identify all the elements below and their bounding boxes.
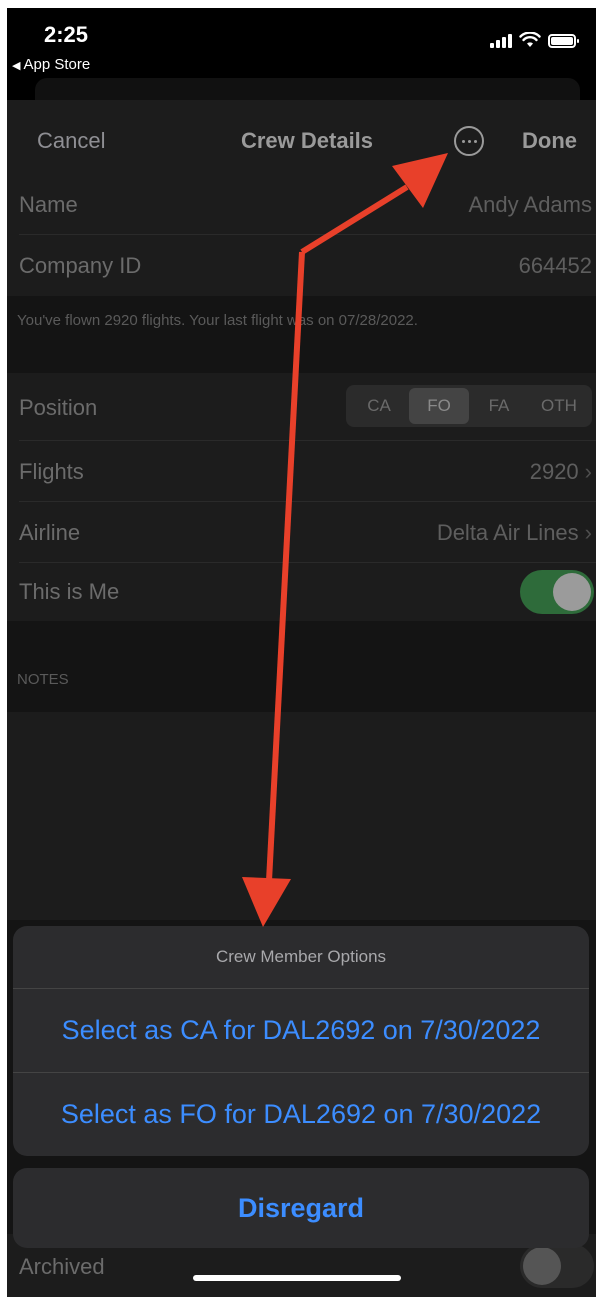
back-label: App Store xyxy=(23,56,91,73)
select-as-fo-option[interactable]: Select as FO for DAL2692 on 7/30/2022 xyxy=(13,1072,589,1155)
notes-section-header: NOTES xyxy=(17,671,69,688)
cellular-signal-icon xyxy=(490,34,512,48)
name-value[interactable]: Andy Adams xyxy=(468,192,592,218)
chevron-right-icon: › xyxy=(584,459,592,484)
status-time: 2:25 xyxy=(44,22,89,47)
flights-label: Flights xyxy=(19,459,84,484)
select-as-ca-option[interactable]: Select as CA for DAL2692 on 7/30/2022 xyxy=(13,989,589,1072)
wifi-icon xyxy=(519,32,541,47)
this-is-me-label: This is Me xyxy=(19,579,120,604)
airline-value: Delta Air Lines › xyxy=(437,520,592,546)
archived-label: Archived xyxy=(19,1254,105,1279)
page-title: Crew Details xyxy=(240,128,374,153)
airline-name: Delta Air Lines xyxy=(436,520,579,545)
position-segmented-control[interactable]: CA FO FA OTH xyxy=(346,385,592,427)
name-label: Name xyxy=(19,192,78,217)
this-is-me-row: This is Me xyxy=(7,563,596,621)
action-sheet-title: Crew Member Options xyxy=(13,926,589,989)
back-triangle-icon: ◀ xyxy=(12,60,21,72)
navigation-bar: Cancel Crew Details Done xyxy=(7,100,596,174)
home-indicator xyxy=(193,1275,401,1281)
back-to-app-store[interactable]: ◀ App Store xyxy=(12,56,90,73)
notes-textarea[interactable] xyxy=(7,712,596,920)
position-label: Position xyxy=(19,395,98,420)
company-id-row[interactable]: Company ID 664452 xyxy=(7,235,596,296)
flights-count: 2920 xyxy=(529,459,579,484)
position-oth-segment[interactable]: OTH xyxy=(529,388,589,424)
company-id-label: Company ID xyxy=(19,253,142,278)
airline-row[interactable]: Airline Delta Air Lines › xyxy=(7,502,596,563)
chevron-right-icon: › xyxy=(584,520,592,545)
position-row: Position CA FO FA OTH xyxy=(7,373,596,441)
name-row[interactable]: Name Andy Adams xyxy=(7,174,596,235)
flights-row[interactable]: Flights 2920 › xyxy=(7,441,596,502)
more-options-icon[interactable] xyxy=(454,126,484,156)
this-is-me-toggle[interactable] xyxy=(520,570,594,614)
crew-options-action-sheet: Crew Member Options Select as CA for DAL… xyxy=(13,926,589,1156)
flight-summary-text: You've flown 2920 flights. Your last fli… xyxy=(17,312,418,329)
done-button[interactable]: Done xyxy=(522,128,577,154)
flights-value: 2920 › xyxy=(530,459,592,485)
archived-toggle[interactable] xyxy=(520,1244,594,1288)
position-fa-segment[interactable]: FA xyxy=(469,388,529,424)
company-id-value[interactable]: 664452 xyxy=(519,253,592,279)
status-icons xyxy=(490,30,579,48)
airline-label: Airline xyxy=(19,520,81,545)
disregard-button[interactable]: Disregard xyxy=(13,1168,589,1248)
battery-icon xyxy=(548,34,579,48)
position-ca-segment[interactable]: CA xyxy=(349,388,409,424)
position-fo-segment[interactable]: FO xyxy=(409,388,469,424)
